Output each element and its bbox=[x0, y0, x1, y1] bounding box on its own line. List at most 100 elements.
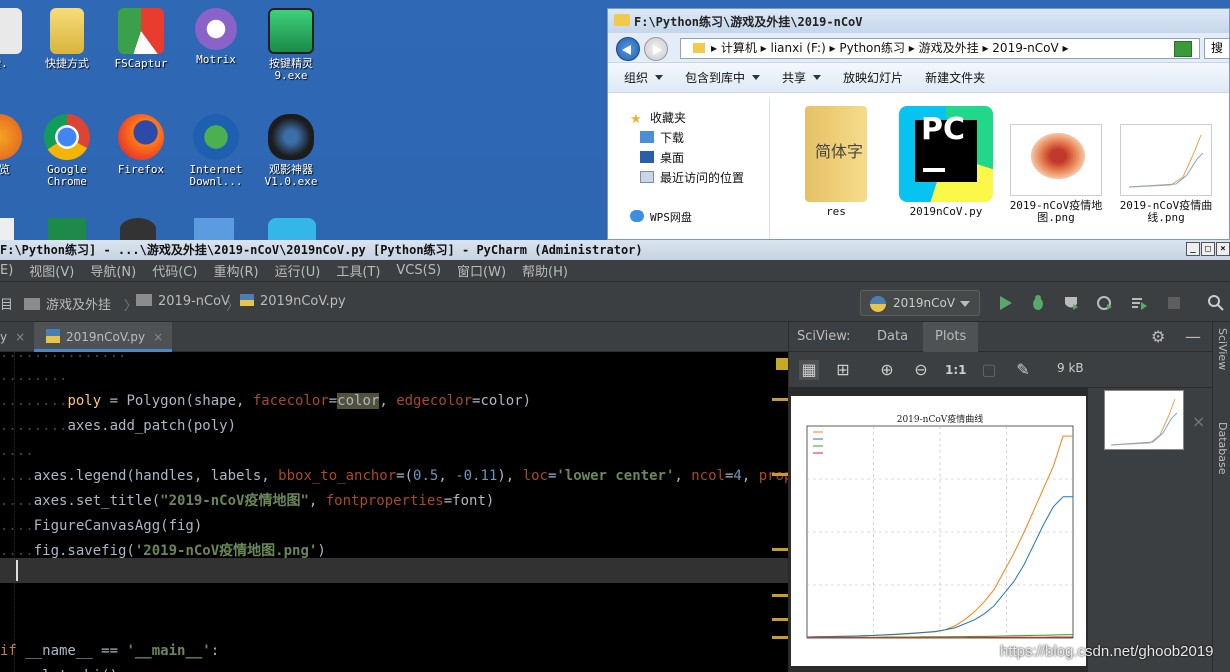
close-icon[interactable]: × bbox=[153, 330, 163, 344]
explorer-toolbar: 组织 包含到库中 共享 放映幻灯片 新建文件夹 bbox=[608, 63, 1229, 93]
pycharm-title-bar: F:\Python练习] - ...\游戏及外挂\2019-nCoV\2019n… bbox=[0, 240, 1230, 260]
folder-icon bbox=[136, 294, 152, 306]
nav-favorites[interactable]: ★ 收藏夹 bbox=[630, 109, 686, 127]
tab-2019ncov-py[interactable]: 2019nCoV.py × bbox=[34, 322, 172, 352]
profile-icon[interactable] bbox=[1096, 294, 1114, 312]
gear-icon[interactable]: ⚙ bbox=[1151, 327, 1165, 346]
coverage-icon[interactable] bbox=[1062, 294, 1080, 312]
close-icon[interactable]: × bbox=[1192, 412, 1205, 431]
menu-refactor[interactable]: 重构(R) bbox=[213, 261, 258, 280]
python-icon bbox=[870, 296, 886, 312]
file-item-ncov-map-png[interactable]: 2019-nCoV疫情地 图.png bbox=[1008, 106, 1104, 224]
tab-data[interactable]: Data bbox=[867, 322, 918, 352]
right-tool-strip: SciView Database bbox=[1212, 322, 1230, 672]
chrome-desktop-icon[interactable]: Google Chrome bbox=[30, 114, 104, 188]
chevron-down-icon bbox=[655, 75, 664, 80]
explorer-title-bar: F:\Python练习\游戏及外挂\2019-nCoV bbox=[608, 9, 1229, 33]
menu-navigate[interactable]: 导航(N) bbox=[90, 261, 136, 280]
anjianjingling-desktop-icon[interactable]: 按键精灵 9.exe bbox=[254, 8, 328, 82]
refresh-button[interactable] bbox=[1174, 41, 1192, 57]
motrix-desktop-icon[interactable]: Motrix bbox=[179, 8, 253, 66]
code-editor[interactable]: ............... ........ ........poly = … bbox=[0, 352, 788, 672]
concurrency-icon[interactable] bbox=[1130, 294, 1148, 312]
star-icon: ★ bbox=[630, 112, 642, 127]
nav-downloads[interactable]: 下载 bbox=[640, 129, 684, 146]
breadcrumb-ncov-folder[interactable]: 2019-nCoV bbox=[136, 294, 230, 309]
chevron-down-icon bbox=[752, 75, 761, 80]
python-file-icon bbox=[46, 329, 60, 343]
forward-button[interactable] bbox=[644, 37, 668, 61]
sciview-tab-bar: SciView: Data Plots ⚙ — bbox=[789, 322, 1212, 352]
menu-edit[interactable]: E) bbox=[0, 263, 13, 278]
fit-zoom-icon[interactable]: ▦ bbox=[799, 360, 819, 380]
idm-app-icon bbox=[193, 114, 239, 160]
sciview-tool-button[interactable]: SciView bbox=[1216, 328, 1229, 370]
actual-size-button[interactable]: 1:1 bbox=[945, 360, 967, 380]
code-line: ....fig.savefig('2019-nCoV疫情地图.png') bbox=[0, 543, 326, 559]
menu-window[interactable]: 窗口(W) bbox=[457, 261, 506, 280]
zoom-out-icon[interactable]: ⊖ bbox=[911, 360, 931, 380]
file-item-res-folder[interactable]: 简体字 res bbox=[788, 106, 884, 218]
search-input[interactable]: 搜 bbox=[1204, 38, 1229, 59]
inspection-status-icon[interactable] bbox=[776, 358, 788, 370]
menu-bar: E) 视图(V) 导航(N) 代码(C) 重构(R) 运行(U) 工具(T) V… bbox=[0, 260, 1230, 282]
close-icon[interactable]: × bbox=[15, 330, 25, 344]
firefox-desktop-icon[interactable]: Firefox bbox=[104, 114, 178, 176]
organize-menu[interactable]: 组织 bbox=[624, 69, 664, 86]
breadcrumb-file[interactable]: 2019nCoV.py bbox=[240, 294, 346, 309]
search-icon[interactable] bbox=[1207, 294, 1225, 312]
color-picker-icon[interactable]: ✎ bbox=[1013, 360, 1033, 380]
nav-wps-cloud[interactable]: WPS网盘 bbox=[630, 209, 692, 225]
menu-view[interactable]: 视图(V) bbox=[29, 261, 74, 280]
movie-app-desktop-icon[interactable]: 观影神器 V1.0.exe bbox=[254, 114, 328, 188]
back-arrow-icon bbox=[622, 45, 631, 55]
menu-tools[interactable]: 工具(T) bbox=[336, 261, 380, 280]
idm-desktop-icon[interactable]: Internet Downl... bbox=[179, 114, 253, 188]
minimize-button[interactable]: _ bbox=[1186, 242, 1200, 256]
plot-thumbnail[interactable] bbox=[1104, 390, 1184, 450]
share-menu[interactable]: 共享 bbox=[782, 69, 822, 86]
figure-background bbox=[791, 396, 1086, 666]
curve-image-thumbnail bbox=[1120, 124, 1212, 196]
menu-help[interactable]: 帮助(H) bbox=[522, 261, 568, 280]
grid-view-icon[interactable]: ⊞ bbox=[833, 360, 853, 380]
nav-recent-places[interactable]: 最近访问的位置 bbox=[640, 169, 744, 186]
explorer-address-row: ▸ 计算机 ▸ lianxi (F:) ▸ Python练习 ▸ 游戏及外挂 ▸… bbox=[608, 33, 1229, 63]
breadcrumb-games-folder[interactable]: 游戏及外挂 bbox=[24, 294, 111, 313]
database-tool-button[interactable]: Database bbox=[1216, 422, 1229, 475]
folder-icon: 简体字 bbox=[805, 106, 867, 202]
navigation-bar: 目 游戏及外挂 〉 2019-nCoV 〉 2019nCoV.py 2019nC… bbox=[0, 282, 1230, 322]
run-configuration-select[interactable]: 2019nCoV bbox=[860, 290, 980, 316]
breadcrumb-root[interactable]: 目 bbox=[0, 294, 13, 313]
new-folder-button[interactable]: 新建文件夹 bbox=[925, 69, 985, 86]
file-item-ncov-curve-png[interactable]: 2019-nCoV疫情曲 线.png bbox=[1118, 106, 1214, 224]
debug-icon[interactable] bbox=[1029, 294, 1047, 312]
background-toggle-icon[interactable]: ▢ bbox=[979, 360, 999, 380]
chevron-down-icon bbox=[960, 301, 970, 307]
run-icon[interactable] bbox=[996, 294, 1014, 312]
close-button[interactable]: × bbox=[1216, 242, 1230, 256]
fscapture-desktop-icon[interactable]: FSCaptur bbox=[104, 8, 178, 70]
address-bar[interactable]: ▸ 计算机 ▸ lianxi (F:) ▸ Python练习 ▸ 游戏及外挂 ▸… bbox=[680, 38, 1200, 59]
include-in-library-menu[interactable]: 包含到库中 bbox=[685, 69, 761, 86]
tab-plots[interactable]: Plots bbox=[923, 322, 979, 352]
shortcut-desktop-icon[interactable]: 快捷方式 bbox=[30, 8, 104, 70]
zoom-in-icon[interactable]: ⊕ bbox=[877, 360, 897, 380]
tab-previous[interactable]: y × bbox=[0, 322, 32, 352]
stop-icon[interactable] bbox=[1165, 294, 1183, 312]
hide-panel-icon[interactable]: — bbox=[1185, 327, 1201, 346]
maximize-button[interactable]: □ bbox=[1201, 242, 1215, 256]
plot-area[interactable]: 2019-nCoV疫情曲线 bbox=[789, 388, 1088, 672]
slideshow-button[interactable]: 放映幻灯片 bbox=[843, 69, 903, 86]
nav-desktop[interactable]: 桌面 bbox=[640, 149, 684, 166]
code-line: ........poly = Polygon(shape, facecolor=… bbox=[0, 393, 532, 409]
menu-run[interactable]: 运行(U) bbox=[275, 261, 321, 280]
explorer-nav-pane: ★ 收藏夹 下载 桌面 最近访问的位置 WPS网盘 bbox=[608, 98, 770, 239]
menu-vcs[interactable]: VCS(S) bbox=[396, 263, 441, 278]
excel-icon bbox=[48, 218, 86, 240]
back-button[interactable] bbox=[616, 37, 640, 61]
file-item-2019ncov-py[interactable]: PC 2019nCoV.py bbox=[898, 106, 994, 218]
editor-tab-bar: y × 2019nCoV.py × bbox=[0, 322, 788, 352]
text-caret bbox=[16, 560, 18, 581]
menu-code[interactable]: 代码(C) bbox=[152, 261, 197, 280]
